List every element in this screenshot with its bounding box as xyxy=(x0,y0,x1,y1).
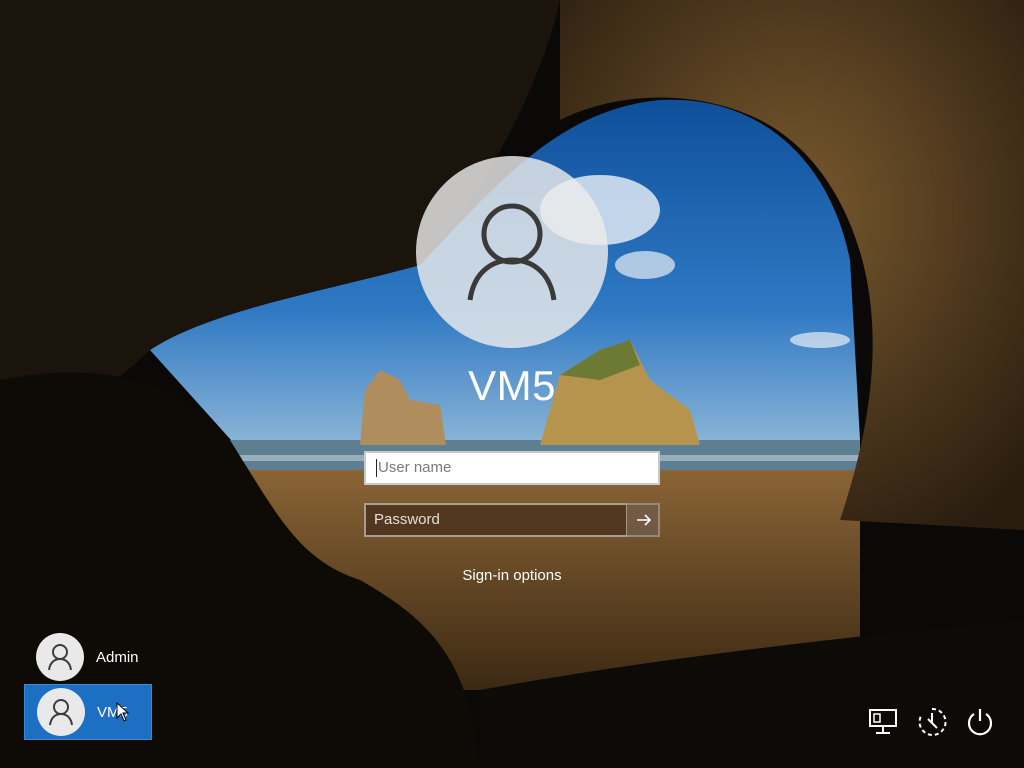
ease-of-access-button[interactable] xyxy=(916,704,948,740)
signin-options-link[interactable]: Sign-in options xyxy=(0,567,1024,584)
avatar xyxy=(36,633,84,681)
username-field[interactable]: User name xyxy=(364,451,660,485)
network-icon xyxy=(869,709,897,734)
network-button[interactable] xyxy=(868,704,900,740)
account-avatar xyxy=(416,156,608,348)
text-cursor xyxy=(376,459,377,477)
ease-of-access-icon xyxy=(918,707,947,736)
account-name: VM5 xyxy=(468,362,556,409)
password-placeholder: Password xyxy=(374,511,440,528)
user-icon xyxy=(49,699,73,726)
arrow-right-icon xyxy=(636,514,651,526)
user-tile-admin[interactable]: Admin xyxy=(24,629,152,685)
power-button[interactable] xyxy=(964,704,996,740)
avatar xyxy=(37,688,85,736)
mouse-cursor xyxy=(116,702,130,722)
user-tile-label: Admin xyxy=(96,648,139,666)
username-placeholder: User name xyxy=(378,459,452,476)
system-tray xyxy=(868,704,996,740)
user-icon xyxy=(48,644,72,671)
password-field[interactable]: Password xyxy=(364,503,660,537)
user-icon xyxy=(467,203,557,301)
power-icon xyxy=(967,709,993,736)
user-tile-vm5[interactable]: VM5 xyxy=(24,684,152,740)
submit-button[interactable] xyxy=(626,503,660,537)
